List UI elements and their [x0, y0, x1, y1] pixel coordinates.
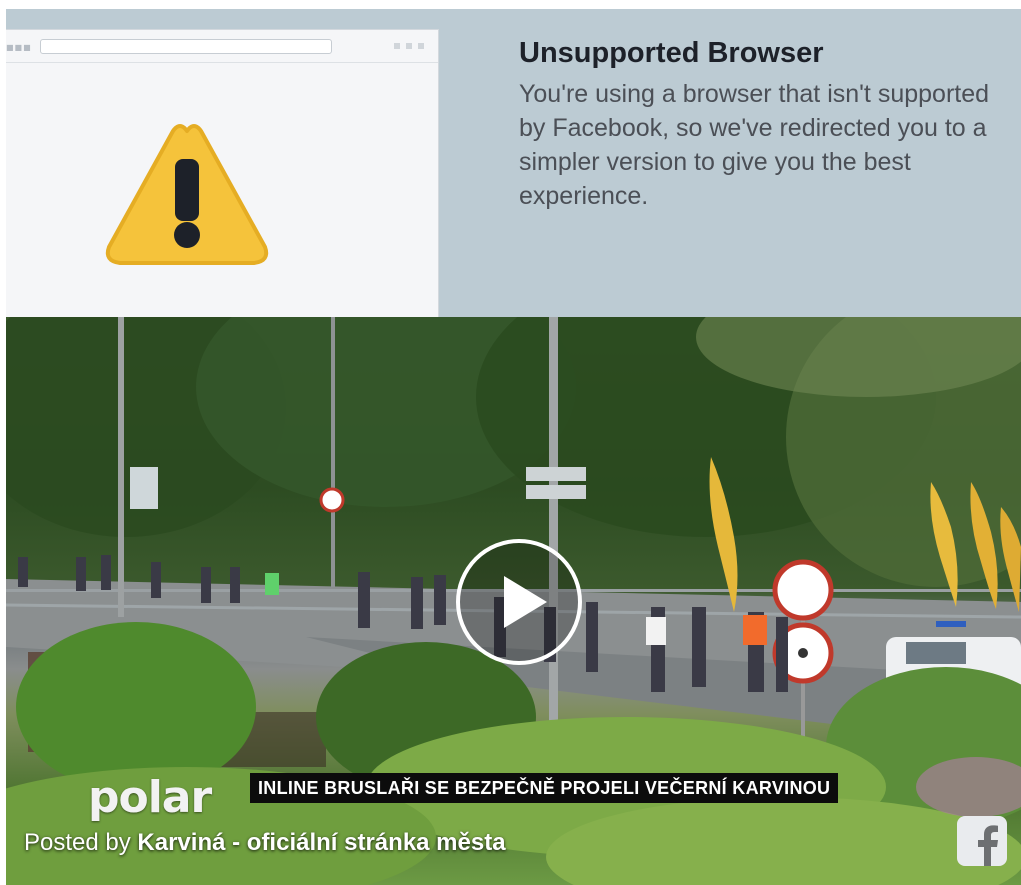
page-name-link[interactable]: Karviná - oficiální stránka města	[137, 829, 505, 856]
posted-by-prefix: Posted by	[24, 829, 131, 856]
video-caption-strip: INLINE BRUSLAŘI SE BEZPEČNĚ PROJELI VEČE…	[250, 773, 839, 803]
banner-title: Unsupported Browser	[519, 37, 824, 69]
facebook-icon[interactable]	[957, 816, 1007, 866]
polar-channel-logo: polar	[88, 772, 212, 823]
posted-by-attribution: Posted by Karviná - oficiální stránka mě…	[24, 829, 506, 857]
menu-dots-icon	[394, 43, 426, 49]
window-dots-icon: ■■■	[6, 43, 32, 52]
browser-toolbar-illustration: ■■■	[6, 30, 438, 63]
warning-icon	[105, 124, 269, 265]
play-icon[interactable]	[455, 538, 583, 666]
address-bar-illustration	[40, 39, 332, 54]
banner-message: You're using a browser that isn't suppor…	[519, 80, 990, 210]
video-player[interactable]: polar INLINE BRUSLAŘI SE BEZPEČNĚ PROJEL…	[6, 317, 1021, 885]
unsupported-browser-banner: ■■■ Unsupported Browser You're using a b…	[6, 9, 1021, 317]
banner-text-block: Unsupported Browser You're using a brows…	[519, 35, 1009, 213]
